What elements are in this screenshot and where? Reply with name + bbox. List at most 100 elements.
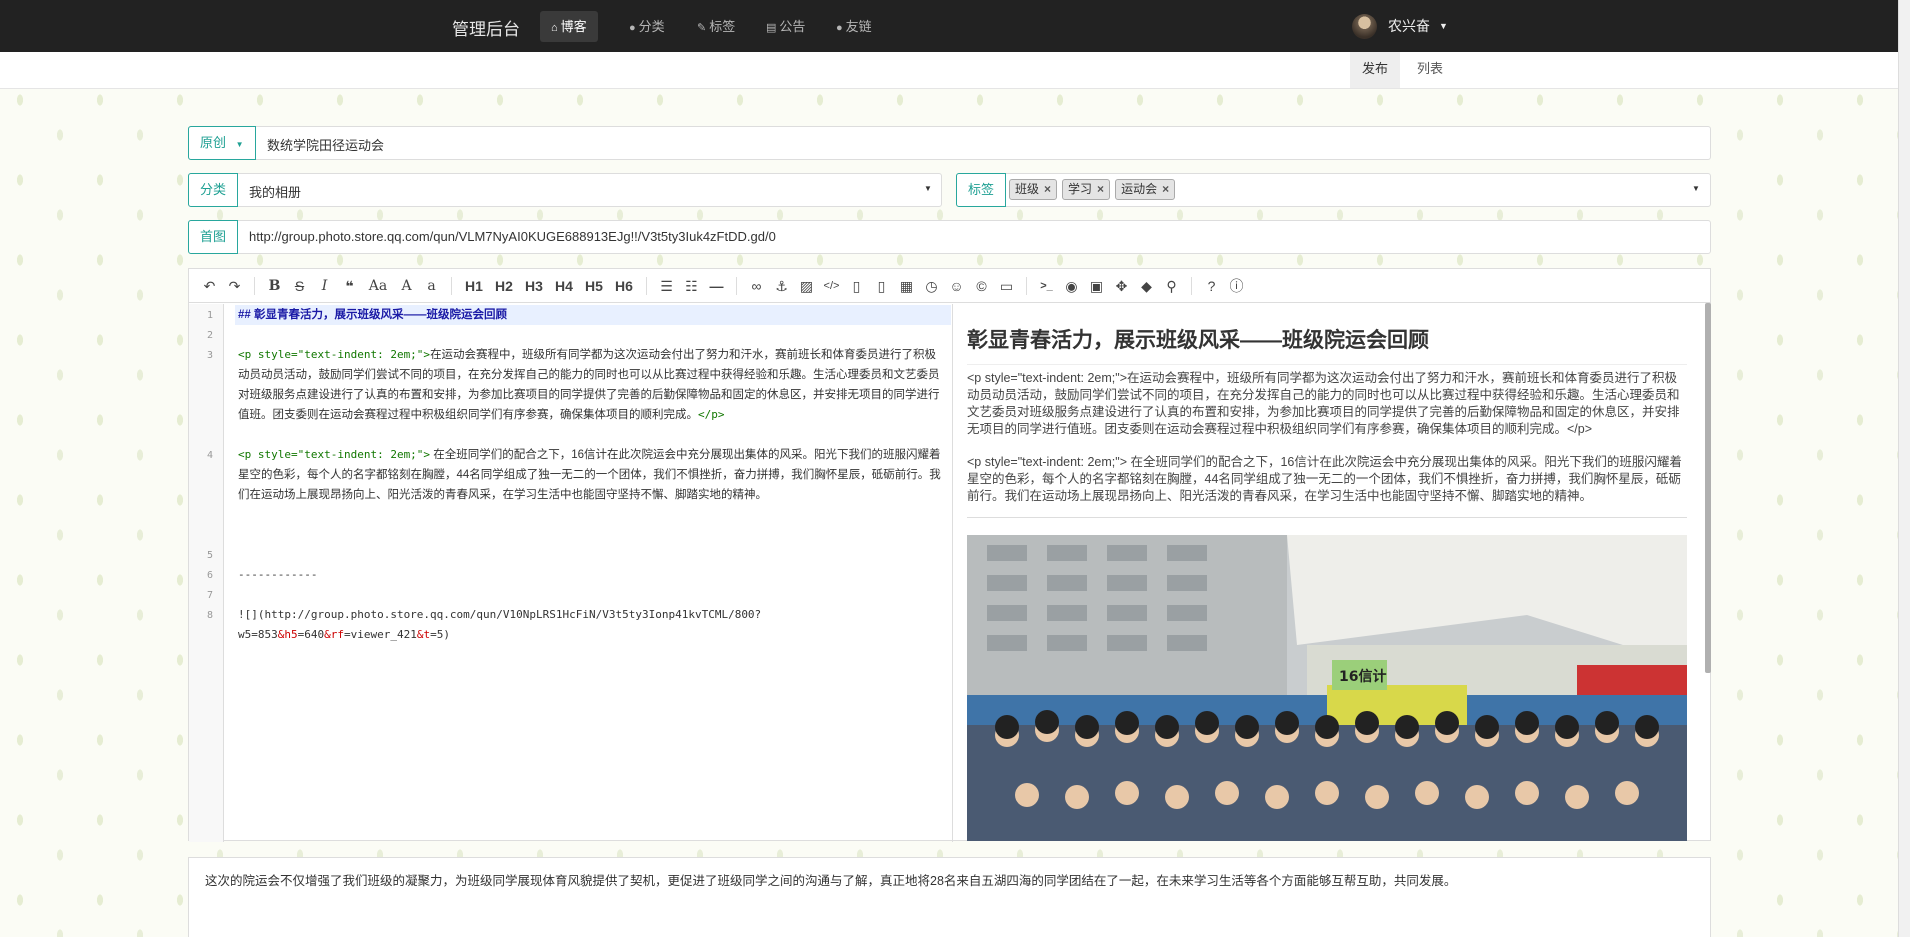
code-text: =viewer_421 (344, 628, 417, 641)
file-text-icon[interactable]: ▯ (869, 275, 894, 297)
tag-list: 班级 × 学习 × 运动会 × (1009, 179, 1180, 200)
type-dropdown[interactable]: 原创 ▼ (188, 126, 256, 160)
nav-item-label: 友链 (845, 19, 872, 34)
user-menu[interactable]: 农兴奋 ▼ (1352, 13, 1448, 39)
brand-title[interactable]: 管理后台 (452, 15, 520, 40)
tag-text: 运动会 (1121, 182, 1158, 196)
code-line: <p style="text-indent: 2em;">在运动会赛程中，班级所… (235, 345, 947, 425)
tab-list[interactable]: 列表 (1405, 52, 1455, 88)
smile-icon[interactable]: ☺ (944, 275, 969, 297)
user-name: 农兴奋 (1388, 18, 1430, 34)
hr-icon[interactable]: — (704, 275, 729, 297)
code-line: ## 彰显青春活力，展示班级风采——班级院运会回顾 (235, 305, 951, 325)
clock-icon[interactable]: ◷ (919, 275, 944, 297)
eraser-icon[interactable]: ◆ (1134, 275, 1159, 297)
list-ul-icon[interactable]: ☰ (654, 275, 679, 297)
cover-row: 首图 http://group.photo.store.qq.com/qun/V… (188, 220, 1711, 254)
h1-button[interactable]: H1 (459, 275, 489, 297)
caret-down-icon: ▼ (235, 140, 244, 149)
code-entity: &rf (324, 628, 344, 641)
nav-item-blog[interactable]: ⌂ 博客 (540, 11, 598, 42)
code-text: ![](http://group.photo.store.qq.com/qun/… (238, 608, 762, 621)
tag-text: 学习 (1068, 182, 1093, 196)
code-entity: &h5 (277, 628, 298, 641)
bold-icon[interactable]: B (262, 275, 287, 297)
h6-button[interactable]: H6 (609, 275, 639, 297)
cover-url-input[interactable]: http://group.photo.store.qq.com/qun/VLM7… (249, 229, 776, 244)
redo-icon[interactable]: ↷ (222, 275, 247, 297)
summary-textarea[interactable]: 这次的院运会不仅增强了我们班级的凝聚力，为班级同学展现体育风貌提供了契机，更促进… (188, 857, 1711, 937)
italic-icon[interactable]: I (312, 275, 337, 297)
toolbar-divider (1191, 276, 1192, 295)
chevron-down-icon[interactable]: ▼ (924, 184, 932, 193)
terminal-icon[interactable]: >_ (1034, 275, 1059, 297)
copyright-icon[interactable]: © (969, 275, 994, 297)
preview-scrollbar[interactable] (1705, 303, 1711, 673)
line-number: 7 (207, 590, 214, 601)
undo-icon[interactable]: ↶ (197, 275, 222, 297)
preview-paragraph: <p style="text-indent: 2em;"> 在全班同学们的配合之… (967, 454, 1687, 518)
nav-item-links[interactable]: ● 友链 (825, 11, 883, 42)
nav-item-category[interactable]: ● 分类 (618, 11, 676, 42)
category-row: 分类 我的相册 ▼ (188, 173, 942, 207)
preview-heading: 彰显青春活力，展示班级风采——班级院运会回顾 (967, 324, 1687, 365)
info-icon[interactable]: ⓘ (1224, 275, 1249, 297)
chevron-down-icon: ▼ (1439, 21, 1448, 31)
code-icon[interactable]: </> (819, 275, 844, 297)
fullscreen-icon[interactable]: ✥ (1109, 275, 1134, 297)
nav-item-notice[interactable]: ▤ 公告 (755, 11, 816, 42)
close-icon[interactable]: × (1044, 182, 1051, 196)
lowercase-icon[interactable]: a (419, 275, 444, 297)
chevron-down-icon[interactable]: ▼ (1692, 184, 1700, 193)
close-icon[interactable]: × (1162, 182, 1169, 196)
list-ol-icon[interactable]: ☷ (679, 275, 704, 297)
category-label: 分类 (188, 173, 239, 207)
uppercase-icon[interactable]: Aa (362, 275, 394, 297)
type-label: 原创 (200, 135, 227, 150)
page-scrollbar[interactable] (1898, 0, 1910, 937)
font-size-icon[interactable]: A (394, 275, 419, 297)
code-text: w5=853 (238, 628, 278, 641)
eye-slash-icon[interactable]: ◉ (1059, 275, 1084, 297)
avatar (1352, 13, 1377, 39)
h3-button[interactable]: H3 (519, 275, 549, 297)
quote-icon[interactable]: ❝ (337, 275, 362, 297)
code-text: =5) (430, 628, 450, 641)
desktop-icon[interactable]: ▣ (1084, 275, 1109, 297)
line-number: 5 (207, 550, 214, 561)
nav-item-label: 分类 (638, 19, 665, 34)
close-icon[interactable]: × (1097, 182, 1104, 196)
h5-button[interactable]: H5 (579, 275, 609, 297)
code-entity: &t (416, 628, 431, 641)
line-number: 1 (207, 310, 214, 321)
file-code-icon[interactable]: ▯ (844, 275, 869, 297)
nav-item-tags[interactable]: ✎ 标签 (686, 11, 746, 42)
tag-chip: 学习 × (1062, 179, 1111, 200)
map-pin-icon: ● (629, 22, 636, 34)
link-icon[interactable]: ∞ (744, 275, 769, 297)
image-icon[interactable]: ▨ (794, 275, 819, 297)
search-icon[interactable]: ⚲ (1159, 275, 1184, 297)
tab-publish[interactable]: 发布 (1350, 52, 1401, 88)
pagebreak-icon[interactable]: ▭ (994, 275, 1019, 297)
help-icon[interactable]: ? (1199, 275, 1224, 297)
code-area[interactable]: ## 彰显青春活力，展示班级风采——班级院运会回顾 <p style="text… (235, 304, 951, 842)
strikethrough-icon[interactable]: S (287, 275, 312, 297)
line-number: 2 (207, 330, 214, 341)
h4-button[interactable]: H4 (549, 275, 579, 297)
title-input[interactable]: 数统学院田径运动会 (267, 135, 384, 154)
cover-label: 首图 (188, 220, 239, 254)
code-html-tag: </p> (698, 408, 725, 421)
category-select[interactable]: 我的相册 (249, 182, 301, 201)
toolbar-divider (736, 276, 737, 295)
toolbar-divider (254, 276, 255, 295)
tag-text: 班级 (1015, 182, 1040, 196)
table-icon[interactable]: ▦ (894, 275, 919, 297)
h2-button[interactable]: H2 (489, 275, 519, 297)
apple-icon: ● (836, 22, 843, 34)
code-line: ![](http://group.photo.store.qq.com/qun/… (235, 605, 947, 645)
class-photo-image: 16信计 (967, 535, 1687, 841)
anchor-icon[interactable]: ⚓ (769, 275, 794, 297)
line-number-gutter: 1 2 3 4 5 6 7 8 (189, 304, 224, 842)
wrench-icon: ✎ (697, 22, 707, 34)
